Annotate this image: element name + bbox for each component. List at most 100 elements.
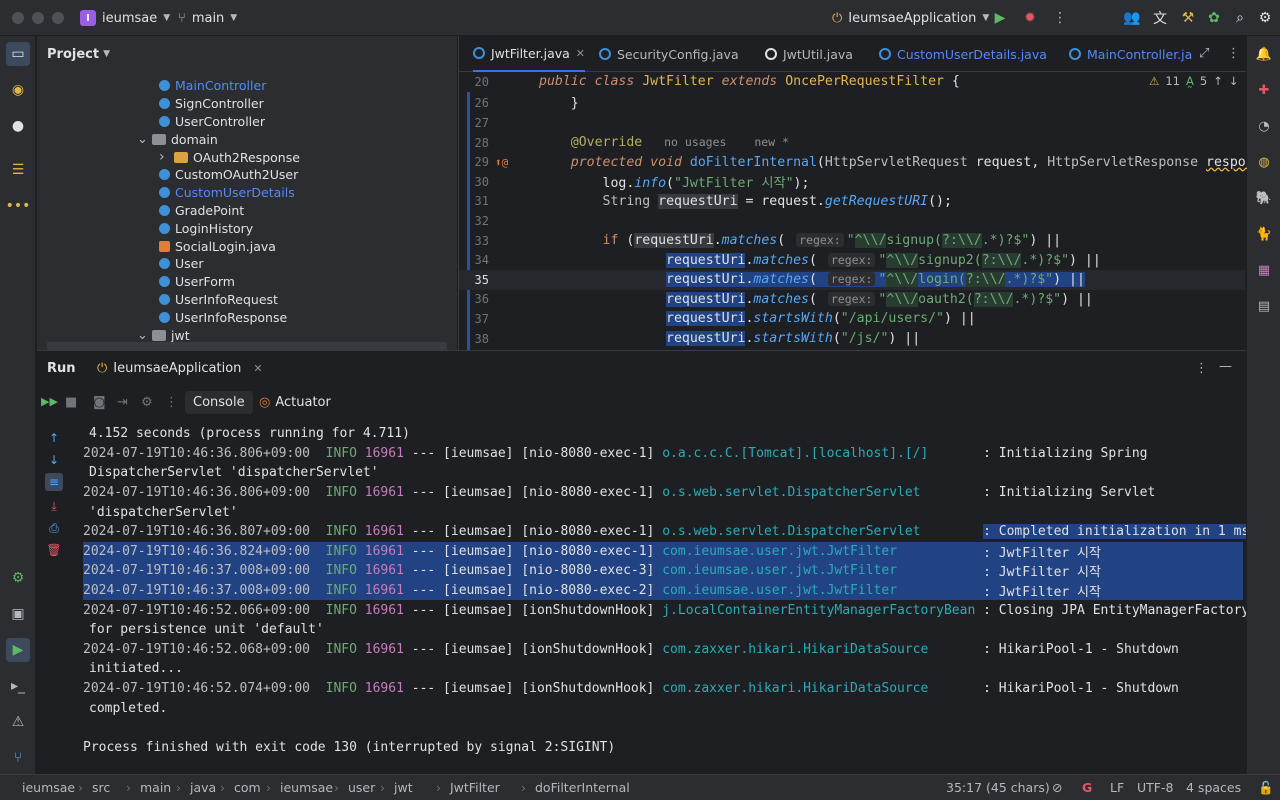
tab-securityconfig[interactable]: SecurityConfig.java <box>599 36 739 72</box>
minimize-window-button[interactable] <box>32 12 44 24</box>
settings-icon[interactable]: ⚙ <box>1255 8 1275 28</box>
github-icon[interactable]: ● <box>6 114 30 138</box>
more-icon[interactable]: ⋮ <box>1227 46 1240 61</box>
console-logger[interactable]: o.s.web.servlet.DispatcherServlet <box>662 485 975 500</box>
services-icon[interactable]: ⚙ <box>6 566 30 590</box>
code-area[interactable]: ⚠ 11 A̰ 5 ↑ ↓ 20 public class JwtFilter ext… <box>459 72 1247 350</box>
tree-item[interactable]: SignController <box>159 94 264 112</box>
caret-position[interactable]: 35:17 (45 chars) <box>946 780 1050 795</box>
problems-icon[interactable]: ⚠ <box>6 710 30 734</box>
tree-item[interactable]: LoginHistory <box>159 219 253 237</box>
console-logger[interactable]: o.a.c.c.C.[Tomcat].[localhost].[/] <box>662 446 975 461</box>
tree-item[interactable]: GradePoint <box>159 201 244 219</box>
tree-item[interactable]: UserForm <box>159 272 235 290</box>
translate-icon[interactable]: 文 <box>1150 8 1170 28</box>
tree-item[interactable]: User <box>159 254 204 272</box>
console-line[interactable]: 2024-07-19T10:46:36.807+09:00 INFO 16961… <box>83 522 1246 542</box>
database-icon[interactable]: ▣ <box>6 602 30 626</box>
console-line[interactable]: 2024-07-19T10:46:36.806+09:00 INFO 16961… <box>83 444 1148 464</box>
debug-icon[interactable]: ✹ <box>1020 8 1040 28</box>
document-icon[interactable]: ▤ <box>1254 296 1274 316</box>
file-encoding[interactable]: UTF-8 <box>1137 780 1173 795</box>
cat-icon[interactable]: 🐈 <box>1254 224 1274 244</box>
console-line[interactable]: 2024-07-19T10:46:52.066+09:00 INFO 16961… <box>83 600 1246 620</box>
camera-icon[interactable]: ◙ <box>93 395 106 410</box>
tab-actuator[interactable]: ◎ Actuator <box>259 395 331 410</box>
gradle-icon[interactable]: 🐘 <box>1254 188 1274 208</box>
close-icon[interactable]: ✕ <box>253 362 262 375</box>
override-gutter-icon[interactable]: ⬆@ <box>495 156 508 169</box>
arrow-down-icon[interactable]: ↓ <box>1229 74 1239 88</box>
ai-assistant-icon[interactable]: ✿ <box>1204 8 1224 28</box>
tab-console[interactable]: Console <box>185 391 253 414</box>
exit-icon[interactable]: ⇥ <box>117 395 128 410</box>
console-line[interactable]: 2024-07-19T10:46:36.824+09:00 INFO 16961… <box>83 541 1243 562</box>
console-line[interactable]: 2024-07-19T10:46:52.074+09:00 INFO 16961… <box>83 679 1179 699</box>
close-icon[interactable]: ✕ <box>576 47 585 60</box>
collaboration-icon[interactable]: 👥 <box>1122 8 1142 28</box>
console-line[interactable]: Process finished with exit code 130 (int… <box>83 738 615 758</box>
code-line[interactable]: 31 String requestUri = request.getReques… <box>459 192 1245 212</box>
build-tools-icon[interactable]: ⚒ <box>1178 8 1198 28</box>
breadcrumb-item[interactable]: com <box>234 780 261 795</box>
console-line[interactable]: initiated... <box>83 659 183 679</box>
notifications-icon[interactable]: 🔔 <box>1254 44 1274 64</box>
code-line[interactable]: 29 ⬆@ protected void doFilterInternal(Htt… <box>459 152 1247 172</box>
code-line[interactable]: 34 requestUri.matches( regex: "^\\/signup… <box>459 250 1245 270</box>
code-line[interactable]: 27 <box>459 113 1245 133</box>
console-line[interactable]: 2024-07-19T10:46:37.008+09:00 INFO 16961… <box>83 561 1243 581</box>
console-logger[interactable]: com.ieumsae.user.jwt.JwtFilter <box>662 563 975 578</box>
code-line[interactable]: 32 <box>459 211 1245 231</box>
breadcrumb-item[interactable]: jwt <box>394 780 413 795</box>
console-line[interactable]: completed. <box>83 698 167 718</box>
rerun-icon[interactable]: ▶▶ <box>41 395 58 408</box>
breadcrumb-item[interactable]: user <box>348 780 375 795</box>
branch-selector[interactable]: ⑂ main ▼ <box>178 8 237 28</box>
tree-item[interactable]: CustomOAuth2User <box>159 165 298 183</box>
tree-item[interactable]: ⌄ domain <box>137 130 218 148</box>
code-line[interactable]: 20 public class JwtFilter extends OncePer… <box>459 72 1245 92</box>
indent-setting[interactable]: 4 spaces <box>1186 780 1241 795</box>
git-icon[interactable]: ⑂ <box>6 746 30 770</box>
tab-jwtfilter[interactable]: JwtFilter.java ✕ <box>473 36 586 72</box>
project-panel-header[interactable]: Project ▼ <box>37 36 457 72</box>
plugin-icon[interactable]: ✚ <box>1254 80 1274 100</box>
inspection-widget[interactable]: ⚠ 11 A̰ 5 ↑ ↓ <box>1149 74 1239 88</box>
more-icon[interactable]: ⋮ <box>1050 8 1070 28</box>
run-config-selector[interactable]: ⏻ IeumsaeApplication ▼ <box>832 8 989 28</box>
console-logger[interactable]: j.LocalContainerEntityManagerFactoryBean <box>662 603 975 618</box>
chevron-down-icon[interactable]: ⌄ <box>137 328 148 343</box>
tree-item[interactable]: SocialLogin.java <box>159 237 276 255</box>
chevron-down-icon[interactable]: ⌄ <box>137 132 148 147</box>
copilot-icon[interactable]: ◔ <box>1254 116 1274 136</box>
no-inspections-icon[interactable]: ⊘ <box>1052 780 1062 795</box>
breadcrumb-item[interactable]: ieumsae <box>280 780 333 795</box>
expand-icon[interactable]: ⤢ <box>1199 46 1209 61</box>
tab-jwtutil[interactable]: JwtUtil.java <box>765 36 853 72</box>
line-separator[interactable]: LF <box>1110 780 1124 795</box>
tree-item[interactable]: UserController <box>159 112 265 130</box>
code-line[interactable]: 38 requestUri.startsWith("/js/") || <box>459 329 1245 349</box>
code-line[interactable]: 30 log.info("JwtFilter 시작"); <box>459 172 1245 192</box>
structure-icon[interactable]: ☰ <box>6 158 30 182</box>
minimize-icon[interactable]: — <box>1219 359 1232 374</box>
settings-icon[interactable]: ⚙ <box>141 395 153 410</box>
run-config-tab[interactable]: ⏻ IeumsaeApplication ✕ <box>97 361 263 376</box>
console-line[interactable]: DispatcherServlet 'dispatcherServlet' <box>83 463 379 483</box>
project-selector[interactable]: I ieumsae ▼ <box>80 8 170 28</box>
console-logger[interactable]: com.ieumsae.user.jwt.JwtFilter <box>662 583 975 598</box>
breadcrumb-item[interactable]: doFilterInternal <box>535 780 630 795</box>
more-icon[interactable]: ⋮ <box>165 395 178 410</box>
stop-icon[interactable]: ■ <box>65 395 77 410</box>
tree-item[interactable]: › OAuth2Response <box>159 148 300 166</box>
code-line[interactable]: 36 requestUri.matches( regex: "^\\/oauth2… <box>459 290 1245 310</box>
tree-item[interactable]: UserInfoRequest <box>159 290 278 308</box>
breadcrumb-item[interactable]: JwtFilter <box>450 780 500 795</box>
breadcrumb-item[interactable]: src <box>92 780 110 795</box>
code-line[interactable]: 37 requestUri.startsWith("/api/users/") … <box>459 309 1245 329</box>
database-tool-icon[interactable]: ◍ <box>1254 152 1274 172</box>
more-icon[interactable]: ⋮ <box>1195 361 1208 376</box>
console-line[interactable]: 2024-07-19T10:46:37.008+09:00 INFO 16961… <box>83 580 1243 601</box>
code-line[interactable]: 33 if (requestUri.matches( regex: "^\\/si… <box>459 231 1245 251</box>
console-logger[interactable]: o.s.web.servlet.DispatcherServlet <box>662 524 975 539</box>
